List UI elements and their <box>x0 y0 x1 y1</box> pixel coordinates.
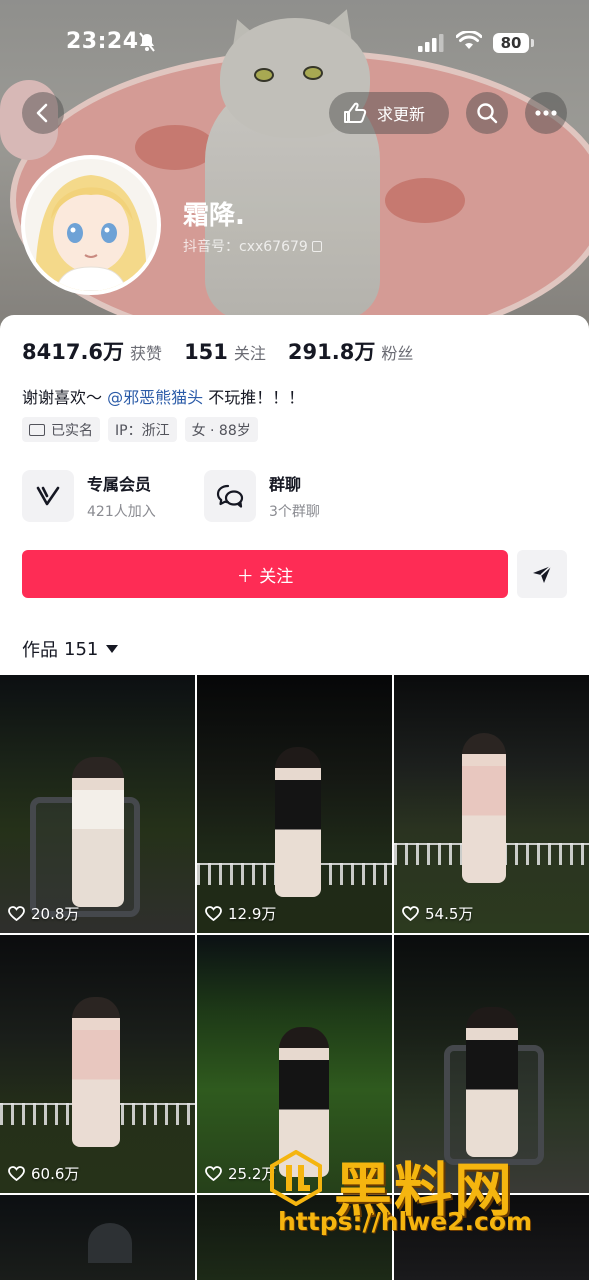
avatar[interactable] <box>21 155 161 295</box>
thumbnail-figure <box>275 747 321 897</box>
douyin-id[interactable]: 抖音号：cxx67679 <box>183 236 322 256</box>
status-bar: 23:24 80 <box>0 0 589 86</box>
likes-count: 12.9万 <box>228 905 277 923</box>
bio-text: 不玩推！！！ <box>208 388 305 407</box>
heart-icon <box>205 1166 222 1181</box>
search-icon <box>477 103 498 124</box>
works-count: 151 <box>64 638 99 660</box>
back-button[interactable] <box>22 92 64 134</box>
douyin-id-text: 抖音号：cxx67679 <box>183 239 308 255</box>
share-button[interactable] <box>517 550 567 598</box>
video-thumbnail[interactable]: 60.6万 <box>0 935 195 1193</box>
battery-indicator: 80 <box>493 33 529 53</box>
send-arrow-icon <box>533 565 552 583</box>
stat-value: 8417.6万 <box>22 340 125 364</box>
video-likes: 12.9万 <box>205 903 276 924</box>
status-time: 23:24 <box>66 29 139 54</box>
stat-following[interactable]: 151 关注 <box>184 340 266 364</box>
tag-label: IP：浙江 <box>115 422 170 439</box>
stat-label: 关注 <box>233 344 266 363</box>
works-tab-header[interactable]: 作品 151 <box>22 636 119 662</box>
watermark-overlay: 黑料网 https://hlwe2.com <box>262 1145 582 1245</box>
heart-icon <box>402 906 419 921</box>
profile-name: 霜降. <box>183 201 245 231</box>
feature-subtitle: 3个群聊 <box>269 504 320 520</box>
signal-icon <box>418 34 444 56</box>
thumbnail-figure <box>88 1223 132 1263</box>
follow-button[interactable]: ＋ 关注 <box>22 550 508 598</box>
feature-title: 专属会员 <box>87 475 152 494</box>
request-update-label: 求更新 <box>377 105 426 124</box>
stat-likes[interactable]: 8417.6万 获赞 <box>22 336 162 366</box>
thumbnail-figure <box>466 1007 518 1157</box>
heart-icon <box>205 906 222 921</box>
heart-icon <box>8 1166 25 1181</box>
thumbnail-figure <box>72 757 124 907</box>
watermark-logo-icon <box>270 1150 322 1206</box>
bio-mention-link[interactable]: @邪恶熊猫头 <box>107 388 203 407</box>
profile-bio: 谢谢喜欢～ @邪恶熊猫头 不玩推！！！ <box>22 384 304 408</box>
tag-gender-age: 女 · 88岁 <box>184 417 258 442</box>
bio-text: 谢谢喜欢～ <box>22 388 103 407</box>
video-likes: 20.8万 <box>8 903 79 924</box>
tag-label: 已实名 <box>51 422 93 439</box>
video-thumbnail[interactable]: 20.8万 <box>0 675 195 933</box>
bell-muted-icon <box>138 32 156 56</box>
thumbnail-figure <box>72 997 120 1147</box>
chevron-left-icon <box>36 103 48 123</box>
chat-bubbles-icon <box>204 470 256 522</box>
works-label: 作品 <box>22 640 58 661</box>
stat-value: 291.8万 <box>287 340 376 364</box>
vip-v-icon <box>22 470 74 522</box>
more-button[interactable] <box>525 92 567 134</box>
video-thumbnail[interactable] <box>0 1195 195 1280</box>
pointing-hand-icon <box>344 102 367 123</box>
video-thumbnail[interactable]: 12.9万 <box>197 675 392 933</box>
stat-followers[interactable]: 291.8万 粉丝 <box>288 336 413 366</box>
feature-title: 群聊 <box>269 475 302 494</box>
profile-stats: 8417.6万 获赞 151 关注 291.8万 粉丝 <box>22 336 435 366</box>
video-likes: 60.6万 <box>8 1163 79 1184</box>
feature-membership[interactable]: 专属会员 421人加入 <box>22 470 156 522</box>
stat-label: 获赞 <box>130 344 163 363</box>
feature-group-chat[interactable]: 群聊 3个群聊 <box>204 470 320 522</box>
likes-count: 54.5万 <box>425 905 474 923</box>
watermark-url: https://hlwe2.com <box>278 1207 533 1236</box>
tag-label: 女 · 88岁 <box>191 422 251 439</box>
stat-label: 粉丝 <box>381 344 414 363</box>
id-card-icon <box>29 423 45 436</box>
video-thumbnail[interactable]: 54.5万 <box>394 675 589 933</box>
caret-down-icon <box>106 645 119 653</box>
copy-icon[interactable] <box>311 241 322 252</box>
heart-icon <box>8 906 25 921</box>
request-update-button[interactable]: 求更新 <box>329 92 449 134</box>
profile-tags: 已实名 IP：浙江 女 · 88岁 <box>22 417 266 442</box>
thumbnail-figure <box>462 733 506 883</box>
battery-tip <box>531 39 534 47</box>
tag-ip-location: IP：浙江 <box>108 417 177 442</box>
more-dots-icon <box>535 110 557 116</box>
tag-verified: 已实名 <box>22 417 100 442</box>
likes-count: 60.6万 <box>31 1165 80 1183</box>
search-button[interactable] <box>466 92 508 134</box>
wifi-icon <box>455 30 483 55</box>
likes-count: 20.8万 <box>31 905 80 923</box>
video-likes: 54.5万 <box>402 903 473 924</box>
anime-avatar-image <box>25 159 157 291</box>
stat-value: 151 <box>184 340 228 364</box>
feature-subtitle: 421人加入 <box>87 504 156 520</box>
